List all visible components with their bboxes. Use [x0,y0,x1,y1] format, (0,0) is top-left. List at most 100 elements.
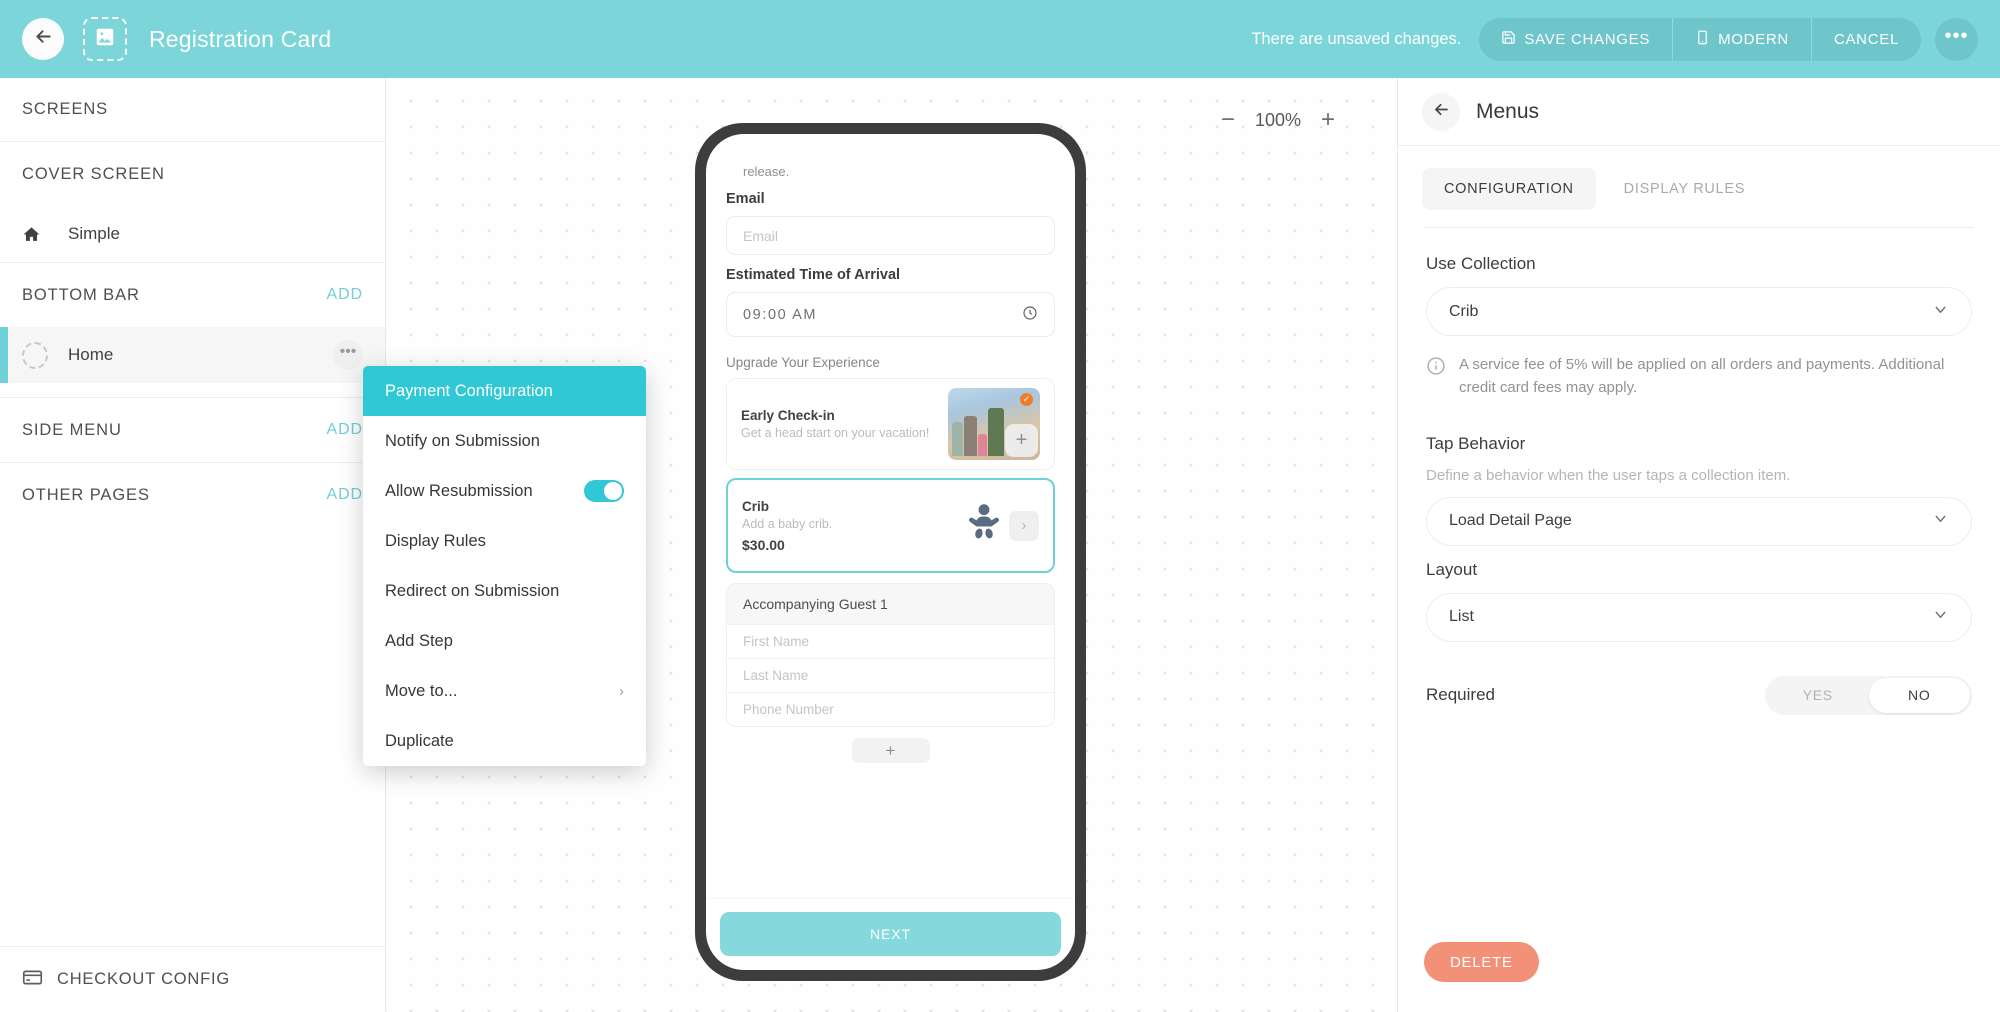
context-menu-item-notify-on-submission[interactable]: Notify on Submission [363,416,646,466]
eta-label: Estimated Time of Arrival [726,267,901,283]
other-pages-add-button[interactable]: ADD [327,486,363,504]
chevron-down-icon [1932,301,1949,323]
upgrade-title: Crib [742,498,769,514]
plus-icon[interactable]: + [1005,424,1038,457]
other-pages-header: OTHER PAGES ADD [0,463,385,527]
checkout-config-label: CHECKOUT CONFIG [57,970,231,988]
context-menu-item-add-step[interactable]: Add Step [363,616,646,666]
context-menu-item-label: Payment Configuration [385,381,553,400]
tap-behavior-select[interactable]: Load Detail Page [1426,496,1972,546]
info-icon [1426,354,1446,381]
upgrade-subtitle: Add a baby crib. [742,516,833,531]
context-menu-item-move-to[interactable]: Move to... › [363,666,646,716]
checkout-config-button[interactable]: CHECKOUT CONFIG [0,946,385,1012]
cover-screen-group: COVER SCREEN Simple [0,142,385,263]
sidebar-item-home[interactable]: Home ••• [0,327,385,383]
home-row-more-button[interactable]: ••• [333,340,363,370]
modern-label: MODERN [1718,30,1789,48]
context-menu: Payment Configuration Notify on Submissi… [363,366,646,766]
upgrade-card-crib[interactable]: Crib Add a baby crib. $30.00 › [726,478,1055,573]
right-panel-back-button[interactable] [1422,92,1460,131]
zoom-out-button[interactable]: − [1221,108,1235,132]
right-panel-tabs: CONFIGURATION DISPLAY RULES [1398,146,2000,210]
layout-select[interactable]: List [1426,592,1972,642]
right-panel: Menus CONFIGURATION DISPLAY RULES Use Co… [1397,78,2000,1012]
delete-button[interactable]: DELETE [1424,942,1539,982]
tap-behavior-description: Define a behavior when the user taps a c… [1426,466,1791,484]
guest-group-title: Accompanying Guest 1 [727,584,1054,624]
context-menu-item-display-rules[interactable]: Display Rules [363,516,646,566]
page-title: Registration Card [149,25,332,52]
save-changes-label: SAVE CHANGES [1524,30,1651,48]
unsaved-changes-text: There are unsaved changes. [1251,29,1462,48]
allow-resubmission-toggle[interactable] [584,480,624,502]
image-icon [94,26,116,53]
sidebar-item-label: Simple [68,224,120,243]
header-more-button[interactable]: ••• [1935,17,1978,61]
credit-card-icon [22,967,43,993]
email-label: Email [726,191,765,207]
first-name-input[interactable]: First Name [727,624,1054,658]
left-sidebar: SCREENS COVER SCREEN Simple BOTTOM BAR A… [0,78,386,1012]
chevron-down-icon [1932,606,1949,628]
clock-icon [1022,305,1038,325]
dashed-circle-icon [22,341,48,369]
email-input[interactable]: Email [726,216,1055,255]
last-name-input[interactable]: Last Name [727,658,1054,692]
upgrade-title: Early Check-in [741,408,835,423]
phone-icon [1695,30,1710,49]
save-changes-button[interactable]: SAVE CHANGES [1479,17,1674,61]
chevron-down-icon [1932,510,1949,532]
save-icon [1501,30,1516,49]
upgrade-section-label: Upgrade Your Experience [726,355,880,370]
next-button[interactable]: NEXT [720,912,1061,956]
tap-behavior-value: Load Detail Page [1449,512,1572,530]
cover-screen-header: COVER SCREEN [0,142,385,206]
context-menu-item-duplicate[interactable]: Duplicate [363,716,646,766]
cover-image-button[interactable] [83,17,127,61]
tab-display-rules[interactable]: DISPLAY RULES [1602,168,1767,210]
context-menu-item-allow-resubmission[interactable]: Allow Resubmission [363,466,646,516]
chevron-right-icon[interactable]: › [1009,510,1039,541]
header-button-group: SAVE CHANGES MODERN CANCEL [1479,17,1921,61]
context-menu-item-label: Add Step [385,631,453,650]
modern-button[interactable]: MODERN [1673,17,1812,61]
accompanying-guest-group: Accompanying Guest 1 First Name Last Nam… [726,583,1055,727]
eta-time-input[interactable]: 09:00 AM [726,292,1055,337]
context-menu-item-label: Move to... [385,681,458,700]
bottom-bar-add-button[interactable]: ADD [327,286,363,304]
sidebar-item-simple[interactable]: Simple [0,206,385,262]
zoom-level-value: 100% [1254,109,1301,130]
use-collection-select[interactable]: Crib [1426,287,1972,336]
other-pages-label: OTHER PAGES [22,485,150,504]
upgrade-card-early-checkin[interactable]: Early Check-in Get a head start on your … [726,378,1055,470]
required-toggle-group: YES NO [1765,675,1972,715]
zoom-in-button[interactable]: + [1321,108,1335,132]
phone-footer: NEXT [706,898,1075,970]
tab-configuration[interactable]: CONFIGURATION [1422,168,1596,210]
required-no-option[interactable]: NO [1868,677,1970,713]
required-yes-option[interactable]: YES [1767,678,1869,713]
required-row: Required YES NO [1426,675,1972,715]
cancel-button[interactable]: CANCEL [1812,18,1921,61]
context-menu-item-label: Redirect on Submission [385,581,560,600]
chevron-right-icon: › [619,682,624,700]
screens-section-header: SCREENS [0,78,385,142]
arrow-left-icon [33,26,54,52]
cancel-label: CANCEL [1833,30,1899,48]
eta-value: 09:00 AM [743,306,818,323]
phone-frame: release. Email Email Estimated Time of A… [695,123,1086,981]
use-collection-label: Use Collection [1426,254,1536,273]
upgrade-info: Crib Add a baby crib. $30.00 [742,499,963,553]
side-menu-add-button[interactable]: ADD [327,421,363,439]
upgrade-price: $30.00 [742,536,785,553]
add-guest-button[interactable]: + [851,738,930,763]
crib-action-row: › [963,502,1039,549]
context-menu-item-payment-configuration[interactable]: Payment Configuration [363,366,646,416]
bottom-bar-label: BOTTOM BAR [22,285,140,304]
header-actions: There are unsaved changes. SAVE CHANGES … [1251,17,1978,61]
phone-number-input[interactable]: Phone Number [727,692,1054,726]
context-menu-item-redirect-on-submission[interactable]: Redirect on Submission [363,566,646,616]
other-pages-group: OTHER PAGES ADD [0,463,385,527]
back-button[interactable] [22,18,64,60]
